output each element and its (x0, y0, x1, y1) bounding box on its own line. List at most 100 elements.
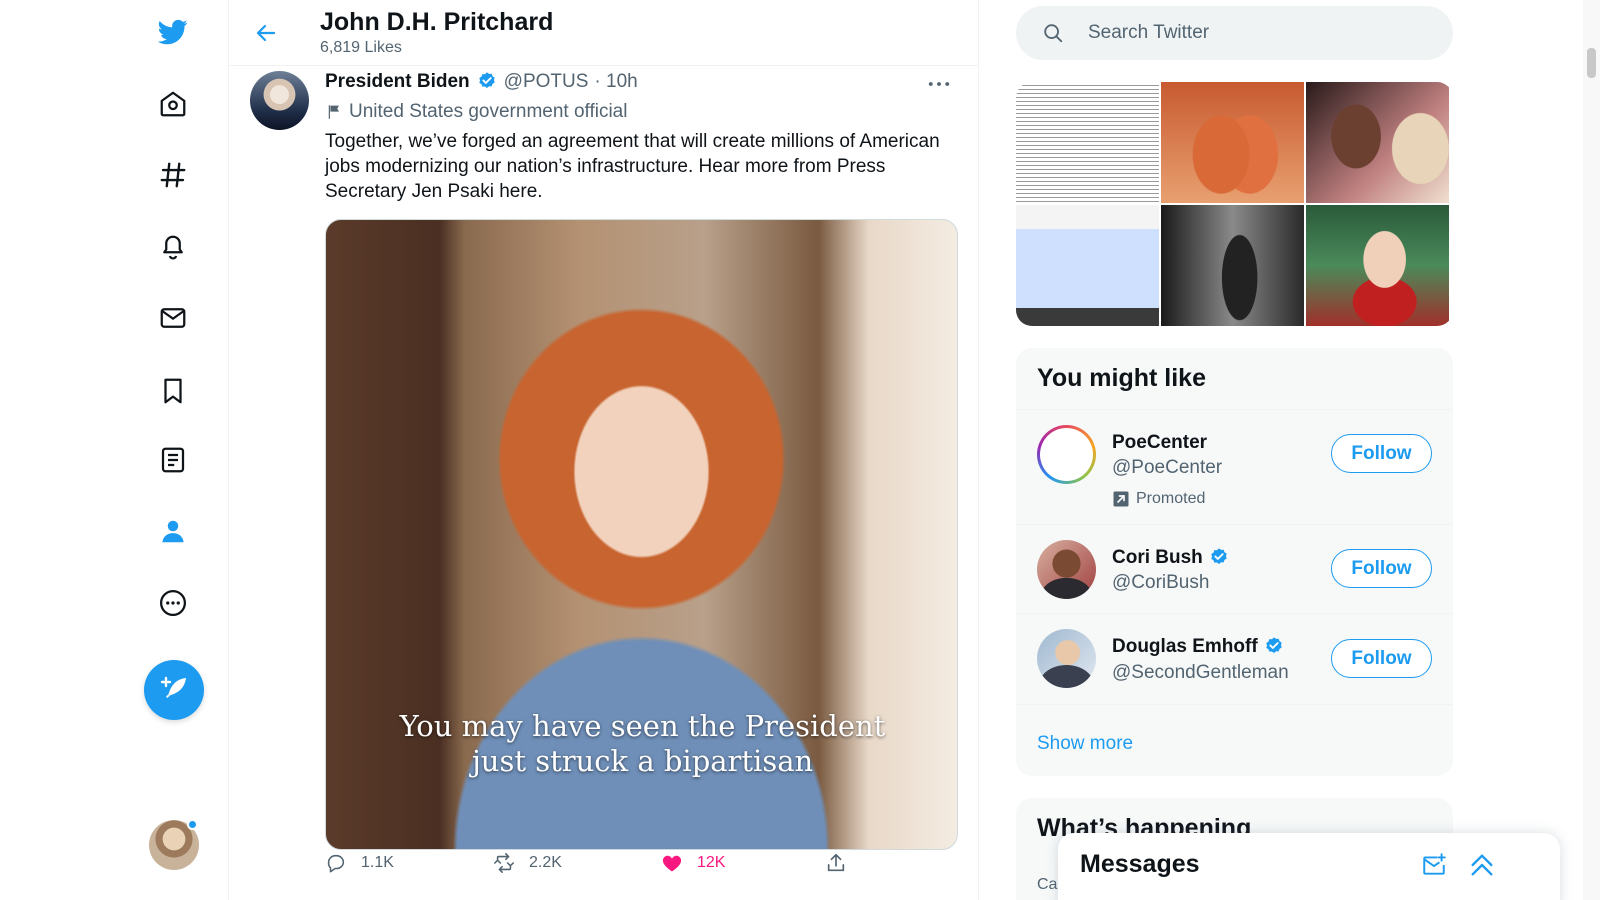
suggestion-name-row[interactable]: Cori Bush (1112, 547, 1230, 569)
new-message-button[interactable] (1419, 850, 1449, 880)
new-message-envelope-icon (1423, 853, 1446, 875)
person-icon (162, 520, 184, 543)
envelope-icon (160, 308, 186, 328)
video-caption-line-1: You may have seen the President (399, 709, 886, 743)
retweet-button[interactable]: 2.2K (493, 852, 562, 874)
profile-person-icon[interactable] (143, 501, 203, 561)
verified-badge-icon (1211, 548, 1227, 565)
show-more-link[interactable]: Show more (1037, 733, 1133, 755)
lists-icon[interactable] (143, 430, 203, 490)
author-name[interactable]: President Biden (325, 71, 470, 93)
video-caption-line-2: just struck a bipartisan (471, 744, 814, 778)
compose-tweet-button[interactable] (144, 660, 204, 720)
retweet-count: 2.2K (529, 854, 562, 871)
more-circle-icon (160, 590, 186, 616)
tweet-author-row: President Biden @POTUS · 10h (325, 71, 638, 93)
poecenter-avatar[interactable] (1037, 425, 1096, 484)
search-icon (1044, 24, 1063, 43)
left-nav (0, 0, 229, 900)
suggestion-name-row[interactable]: Douglas Emhoff (1112, 636, 1285, 658)
notifications-bell-icon[interactable] (143, 216, 203, 276)
share-button[interactable] (825, 852, 847, 874)
messages-envelope-icon[interactable] (143, 288, 203, 348)
promoted-label: Promoted (1112, 490, 1205, 508)
media-thumbnail[interactable] (1306, 205, 1449, 326)
scrollbar-thumb[interactable] (1587, 48, 1596, 78)
right-sidebar: You might like PoeCenter @PoeCenter Prom… (1016, 0, 1453, 900)
verified-badge-icon (1265, 637, 1282, 654)
tweet[interactable]: President Biden @POTUS · 10h United Stat… (229, 67, 979, 900)
media-thumbnail[interactable] (1161, 82, 1304, 203)
video-caption: You may have seen the President just str… (326, 709, 957, 779)
follow-suggestion[interactable]: Douglas Emhoff @SecondGentleman Follow (1016, 613, 1453, 704)
follow-suggestion[interactable]: Cori Bush @CoriBush Follow (1016, 524, 1453, 613)
media-thumbnail[interactable] (1016, 205, 1159, 326)
share-upload-icon (827, 853, 845, 872)
reply-button[interactable]: 1.1K (325, 852, 394, 874)
douglas-emhoff-avatar[interactable] (1037, 629, 1096, 688)
suggestion-name[interactable]: PoeCenter (1112, 432, 1207, 454)
more-options-icon[interactable] (143, 573, 203, 633)
follow-button[interactable]: Follow (1331, 639, 1432, 678)
explore-hashtag-icon[interactable] (143, 145, 203, 205)
retweet-icon (494, 853, 514, 873)
tweet-more-button[interactable] (919, 69, 959, 99)
media-thumbnail[interactable] (1016, 82, 1159, 203)
suggestion-handle: @SecondGentleman (1112, 662, 1289, 683)
reply-bubble-icon (327, 854, 345, 873)
bookmarks-icon[interactable] (143, 361, 203, 421)
messages-drawer[interactable]: Messages (1058, 833, 1560, 900)
list-document-icon (161, 447, 185, 473)
page-title: John D.H. Pritchard (320, 8, 554, 36)
back-button[interactable] (246, 13, 286, 53)
author-handle[interactable]: @POTUS (504, 71, 589, 93)
government-label: United States government official (325, 101, 627, 123)
page-scrollbar[interactable] (1583, 0, 1600, 900)
author-avatar[interactable] (250, 71, 309, 130)
home-icon[interactable] (143, 74, 203, 134)
twitter-bird-icon (158, 19, 188, 45)
media-thumbnail[interactable] (1161, 205, 1304, 326)
verified-badge-icon (478, 72, 495, 89)
suggestion-name: Cori Bush (1112, 547, 1203, 568)
tweet-text: Together, we’ve forged an agreement that… (325, 131, 940, 202)
double-chevron-up-icon (1471, 854, 1493, 876)
tweet-actions: 1.1K 2.2K 12K (325, 852, 865, 882)
back-arrow-icon (256, 24, 276, 42)
tweet-video[interactable]: You may have seen the President just str… (325, 219, 958, 850)
reply-count: 1.1K (361, 854, 394, 871)
tweet-time[interactable]: · 10h (594, 71, 637, 93)
main-column: John D.H. Pritchard 6,819 Likes Presiden… (229, 0, 979, 900)
follow-button[interactable]: Follow (1331, 434, 1432, 473)
expand-messages-button[interactable] (1467, 850, 1497, 880)
who-to-follow-panel: You might like PoeCenter @PoeCenter Prom… (1016, 348, 1453, 776)
ellipsis-icon (928, 82, 950, 86)
profile-likes-header: John D.H. Pritchard 6,819 Likes (229, 0, 979, 66)
divider (1016, 704, 1453, 705)
search-bar[interactable] (1016, 6, 1453, 60)
twitter-app: John D.H. Pritchard 6,819 Likes Presiden… (0, 0, 1600, 900)
media-thumbnail[interactable] (1306, 82, 1449, 203)
promoted-arrow-icon (1113, 491, 1129, 507)
suggestion-handle: @PoeCenter (1112, 457, 1223, 478)
government-label-text: United States government official (349, 101, 628, 122)
likes-count: 6,819 Likes (320, 39, 402, 56)
bookmark-icon (164, 378, 182, 404)
trend-item-partial[interactable]: Ca (1037, 876, 1057, 894)
bell-icon (163, 235, 183, 260)
flag-icon (328, 105, 340, 119)
twitter-logo-icon[interactable] (143, 2, 203, 62)
who-to-follow-title: You might like (1037, 364, 1206, 392)
search-input[interactable] (1088, 18, 1428, 48)
feather-plus-icon (160, 676, 186, 698)
cori-bush-avatar[interactable] (1037, 540, 1096, 599)
follow-suggestion[interactable]: PoeCenter @PoeCenter Promoted Follow (1016, 409, 1453, 524)
profile-media-grid (1016, 82, 1453, 326)
heart-filled-icon (662, 855, 682, 872)
like-button[interactable]: 12K (661, 852, 725, 874)
hashtag-icon (160, 162, 186, 188)
suggestion-handle: @CoriBush (1112, 572, 1210, 593)
like-count: 12K (697, 854, 726, 871)
promoted-text: Promoted (1136, 490, 1206, 507)
follow-button[interactable]: Follow (1331, 549, 1432, 588)
